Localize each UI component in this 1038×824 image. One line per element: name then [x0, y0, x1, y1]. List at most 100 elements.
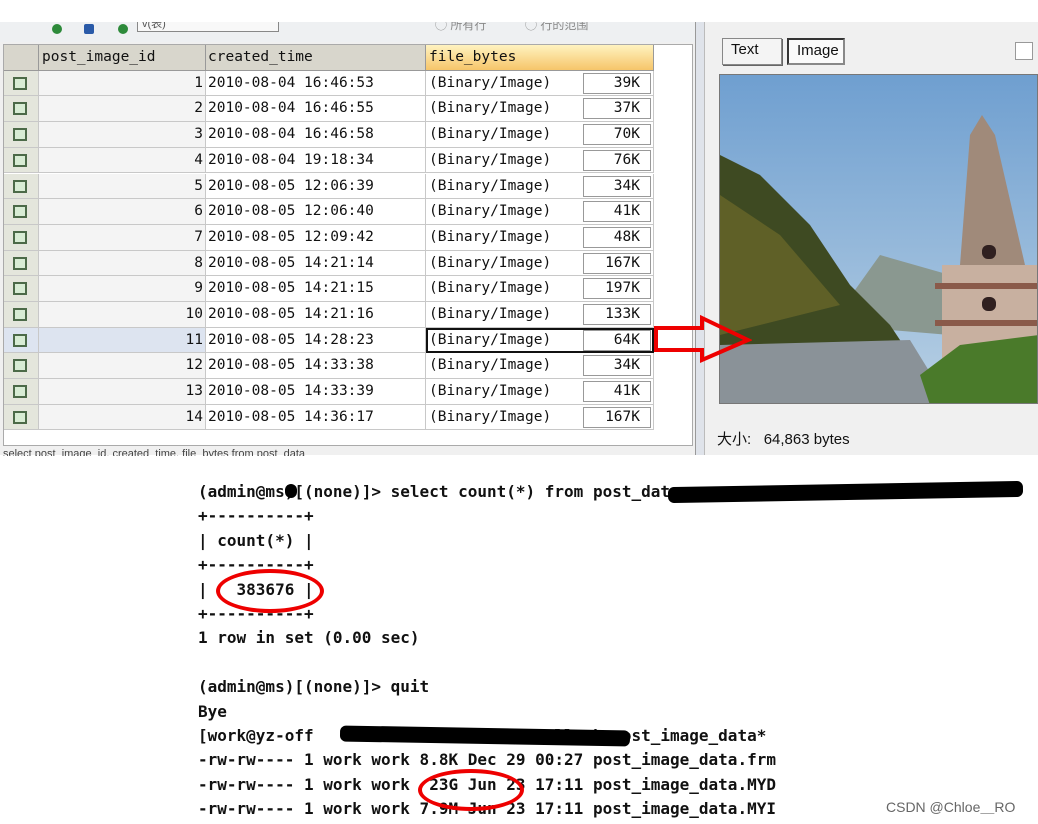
blob-size-button[interactable]: 34K [583, 175, 651, 197]
table-row[interactable]: 3 2010-08-04 16:46:58 (Binary/Image) 70K [4, 122, 654, 148]
cell-created-time[interactable]: 2010-08-05 14:33:38 [206, 353, 426, 380]
row-selector[interactable] [4, 147, 39, 174]
row-selector[interactable] [4, 276, 39, 302]
cell-file-bytes[interactable]: (Binary/Image) 41K [426, 199, 654, 225]
checkbox-icon[interactable] [13, 179, 27, 193]
checkbox-icon[interactable] [13, 230, 27, 244]
row-selector[interactable] [4, 404, 39, 431]
column-header-created-time[interactable]: created_time [206, 45, 426, 71]
cell-created-time[interactable]: 2010-08-05 14:36:17 [206, 404, 426, 431]
row-selector[interactable] [4, 250, 39, 277]
cell-file-bytes[interactable]: (Binary/Image) 70K [426, 122, 654, 148]
table-row[interactable]: 11 2010-08-05 14:28:23 (Binary/Image) 64K [4, 327, 654, 354]
radio-row-range[interactable]: ◯ 行的范围 [525, 22, 588, 33]
table-row[interactable]: 4 2010-08-04 19:18:34 (Binary/Image) 76K [4, 147, 654, 174]
table-row[interactable]: 13 2010-08-05 14:33:39 (Binary/Image) 41K [4, 379, 654, 405]
cell-file-bytes[interactable]: (Binary/Image) 64K [426, 327, 654, 354]
table-row[interactable]: 9 2010-08-05 14:21:15 (Binary/Image) 197K [4, 276, 654, 302]
radio-all-rows[interactable]: ◯ 所有行 [435, 22, 486, 33]
checkbox-icon[interactable] [13, 359, 27, 373]
row-selector[interactable] [4, 327, 39, 354]
cell-post-image-id[interactable]: 8 [39, 250, 206, 277]
row-selector[interactable] [4, 302, 39, 328]
cell-created-time[interactable]: 2010-08-05 14:21:16 [206, 302, 426, 328]
cell-post-image-id[interactable]: 1 [39, 70, 206, 97]
add-icon[interactable] [118, 24, 128, 34]
blob-size-button[interactable]: 64K [583, 329, 651, 351]
row-selector[interactable] [4, 70, 39, 97]
cell-file-bytes[interactable]: (Binary/Image) 133K [426, 302, 654, 328]
cell-created-time[interactable]: 2010-08-05 12:06:39 [206, 173, 426, 200]
cell-created-time[interactable]: 2010-08-05 12:09:42 [206, 224, 426, 251]
table-row[interactable]: 7 2010-08-05 12:09:42 (Binary/Image) 48K [4, 224, 654, 251]
cell-file-bytes[interactable]: (Binary/Image) 167K [426, 404, 654, 431]
table-row[interactable]: 14 2010-08-05 14:36:17 (Binary/Image) 167… [4, 404, 654, 431]
checkbox-icon[interactable] [13, 128, 27, 142]
cell-post-image-id[interactable]: 12 [39, 353, 206, 380]
cell-created-time[interactable]: 2010-08-05 14:33:39 [206, 379, 426, 405]
blob-size-button[interactable]: 76K [583, 149, 651, 171]
cell-post-image-id[interactable]: 5 [39, 173, 206, 200]
checkbox-icon[interactable] [13, 153, 27, 167]
row-selector[interactable] [4, 96, 39, 123]
blob-size-button[interactable]: 133K [583, 304, 651, 325]
row-selector[interactable] [4, 379, 39, 405]
table-row[interactable]: 12 2010-08-05 14:33:38 (Binary/Image) 34K [4, 353, 654, 380]
blob-size-button[interactable]: 70K [583, 124, 651, 146]
text-tab[interactable]: Text [722, 38, 782, 65]
cell-file-bytes[interactable]: (Binary/Image) 48K [426, 224, 654, 251]
blob-size-button[interactable]: 37K [583, 98, 651, 120]
cell-post-image-id[interactable]: 10 [39, 302, 206, 328]
cell-file-bytes[interactable]: (Binary/Image) 76K [426, 147, 654, 174]
cell-file-bytes[interactable]: (Binary/Image) 37K [426, 96, 654, 123]
cell-created-time[interactable]: 2010-08-04 16:46:53 [206, 70, 426, 97]
table-row[interactable]: 10 2010-08-05 14:21:16 (Binary/Image) 133… [4, 302, 654, 328]
checkbox-icon[interactable] [13, 410, 27, 424]
table-row[interactable]: 8 2010-08-05 14:21:14 (Binary/Image) 167K [4, 250, 654, 277]
blob-size-button[interactable]: 39K [583, 72, 651, 94]
cell-file-bytes[interactable]: (Binary/Image) 41K [426, 379, 654, 405]
cell-post-image-id[interactable]: 13 [39, 379, 206, 405]
cell-created-time[interactable]: 2010-08-04 16:46:58 [206, 122, 426, 148]
row-selector[interactable] [4, 173, 39, 200]
cell-post-image-id[interactable]: 6 [39, 199, 206, 225]
checkbox-icon[interactable] [13, 385, 27, 399]
save-icon[interactable] [84, 24, 94, 34]
cell-created-time[interactable]: 2010-08-04 16:46:55 [206, 96, 426, 123]
cell-created-time[interactable]: 2010-08-05 14:28:23 [206, 327, 426, 354]
checkbox-icon[interactable] [13, 308, 27, 321]
blob-size-button[interactable]: 34K [583, 355, 651, 377]
cell-created-time[interactable]: 2010-08-04 19:18:34 [206, 147, 426, 174]
row-selector[interactable] [4, 224, 39, 251]
cell-file-bytes[interactable]: (Binary/Image) 34K [426, 173, 654, 200]
checkbox[interactable] [1015, 42, 1033, 60]
cell-file-bytes[interactable]: (Binary/Image) 39K [426, 70, 654, 97]
table-row[interactable]: 6 2010-08-05 12:06:40 (Binary/Image) 41K [4, 199, 654, 225]
row-selector[interactable] [4, 122, 39, 148]
cell-post-image-id[interactable]: 4 [39, 147, 206, 174]
cell-post-image-id[interactable]: 9 [39, 276, 206, 302]
blob-size-button[interactable]: 41K [583, 381, 651, 403]
cell-post-image-id[interactable]: 3 [39, 122, 206, 148]
checkbox-icon[interactable] [13, 76, 27, 90]
cell-file-bytes[interactable]: (Binary/Image) 197K [426, 276, 654, 302]
cell-file-bytes[interactable]: (Binary/Image) 34K [426, 353, 654, 380]
splitter[interactable] [695, 22, 705, 455]
column-header-post-image-id[interactable]: post_image_id [39, 45, 206, 71]
checkbox-icon[interactable] [13, 205, 27, 219]
cell-post-image-id[interactable]: 2 [39, 96, 206, 123]
table-row[interactable]: 1 2010-08-04 16:46:53 (Binary/Image) 39K [4, 70, 654, 97]
cell-created-time[interactable]: 2010-08-05 14:21:14 [206, 250, 426, 277]
row-selector[interactable] [4, 199, 39, 225]
cell-post-image-id[interactable]: 7 [39, 224, 206, 251]
refresh-icon[interactable] [52, 24, 62, 34]
cell-created-time[interactable]: 2010-08-05 12:06:40 [206, 199, 426, 225]
blob-size-button[interactable]: 167K [583, 252, 651, 274]
blob-size-button[interactable]: 48K [583, 226, 651, 248]
image-tab[interactable]: Image [787, 38, 845, 65]
table-select[interactable]: v(表) [137, 22, 279, 32]
checkbox-icon[interactable] [13, 256, 27, 270]
blob-size-button[interactable]: 41K [583, 201, 651, 223]
table-row[interactable]: 2 2010-08-04 16:46:55 (Binary/Image) 37K [4, 96, 654, 123]
cell-created-time[interactable]: 2010-08-05 14:21:15 [206, 276, 426, 302]
